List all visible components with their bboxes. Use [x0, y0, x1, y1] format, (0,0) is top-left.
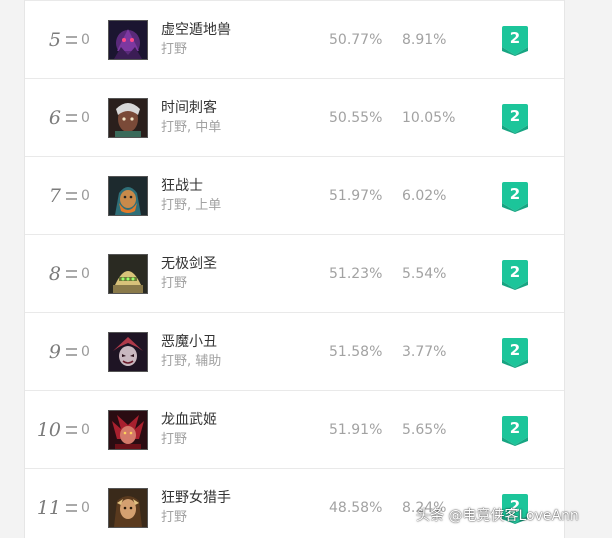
rank-number: 11	[36, 497, 61, 519]
table-row[interactable]: 10 0 龙血武姬 打野 51.91% 5.65% 2	[25, 390, 564, 468]
rank-change: 0	[66, 500, 90, 516]
tier-badge-icon: 2	[501, 103, 529, 134]
champion-role: 打野	[161, 42, 188, 57]
tier-value: 2	[509, 263, 521, 281]
pick-rate: 8.91%	[402, 32, 447, 48]
rank-change: 0	[66, 422, 90, 438]
rank-change-value: 0	[81, 422, 90, 438]
ekko-portrait-icon[interactable]	[108, 98, 148, 138]
champion-role: 打野	[161, 432, 188, 447]
table-row[interactable]: 7 0 狂战士 打野, 上单 51.97% 6.02% 2	[25, 156, 564, 234]
equal-icon	[66, 36, 77, 44]
rank-change-value: 0	[81, 188, 90, 204]
win-rate: 50.55%	[329, 110, 383, 126]
win-rate: 51.97%	[329, 188, 383, 204]
rank-change-value: 0	[81, 344, 90, 360]
pick-rate: 5.54%	[402, 266, 447, 282]
equal-icon	[66, 114, 77, 122]
champion-name[interactable]: 恶魔小丑	[161, 333, 217, 351]
rank-number: 7	[48, 185, 61, 207]
champion-name[interactable]: 狂战士	[161, 177, 203, 195]
tier-badge-icon: 2	[501, 181, 529, 212]
master-yi-portrait-icon[interactable]	[108, 254, 148, 294]
rank-change: 0	[66, 188, 90, 204]
tier-value: 2	[509, 419, 521, 437]
rank-number: 5	[48, 29, 61, 51]
olaf-portrait-icon[interactable]	[108, 176, 148, 216]
tier-badge-icon: 2	[501, 415, 529, 446]
rank-number: 10	[36, 419, 61, 441]
table-row[interactable]: 9 0 恶魔小丑 打野, 辅助 51.58% 3.77% 2	[25, 312, 564, 390]
tier-badge-icon: 2	[501, 259, 529, 290]
rank-change: 0	[66, 344, 90, 360]
rank-change-value: 0	[81, 500, 90, 516]
win-rate: 51.58%	[329, 344, 383, 360]
shyvana-portrait-icon[interactable]	[108, 410, 148, 450]
tier-value: 2	[509, 341, 521, 359]
rank-change: 0	[66, 266, 90, 282]
equal-icon	[66, 192, 77, 200]
rank-number: 6	[48, 107, 61, 129]
equal-icon	[66, 270, 77, 278]
champion-tier-list: 5 0 虚空遁地兽 打野 50.77% 8.91% 2 6 0 时间刺客 打野,…	[24, 0, 565, 538]
champion-role: 打野	[161, 510, 188, 525]
rank-change: 0	[66, 32, 90, 48]
table-row[interactable]: 11 0 狂野女猎手 打野 48.58% 8.24% 2	[25, 468, 564, 538]
pick-rate: 5.65%	[402, 422, 447, 438]
rank-change-value: 0	[81, 266, 90, 282]
champion-name[interactable]: 狂野女猎手	[161, 489, 231, 507]
rank-change-value: 0	[81, 32, 90, 48]
equal-icon	[66, 426, 77, 434]
pick-rate: 6.02%	[402, 188, 447, 204]
table-row[interactable]: 8 0 无极剑圣 打野 51.23% 5.54% 2	[25, 234, 564, 312]
equal-icon	[66, 348, 77, 356]
win-rate: 50.77%	[329, 32, 383, 48]
win-rate: 48.58%	[329, 500, 383, 516]
tier-value: 2	[509, 29, 521, 47]
champion-name[interactable]: 无极剑圣	[161, 255, 217, 273]
tier-badge-icon: 2	[501, 337, 529, 368]
rank-change: 0	[66, 110, 90, 126]
rek-sai-portrait-icon[interactable]	[108, 20, 148, 60]
tier-badge-icon: 2	[501, 25, 529, 56]
tier-value: 2	[509, 185, 521, 203]
shaco-portrait-icon[interactable]	[108, 332, 148, 372]
watermark-text: 头条 @电竞侠客LoveAnn	[416, 508, 579, 524]
rank-number: 8	[48, 263, 61, 285]
nidalee-portrait-icon[interactable]	[108, 488, 148, 528]
pick-rate: 10.05%	[402, 110, 456, 126]
champion-name[interactable]: 虚空遁地兽	[161, 21, 231, 39]
equal-icon	[66, 504, 77, 512]
rank-number: 9	[48, 341, 61, 363]
rank-change-value: 0	[81, 110, 90, 126]
champion-role: 打野, 辅助	[161, 354, 222, 369]
win-rate: 51.23%	[329, 266, 383, 282]
champion-role: 打野, 中单	[161, 120, 222, 135]
table-row[interactable]: 5 0 虚空遁地兽 打野 50.77% 8.91% 2	[25, 0, 564, 78]
champion-role: 打野, 上单	[161, 198, 222, 213]
win-rate: 51.91%	[329, 422, 383, 438]
champion-name[interactable]: 龙血武姬	[161, 411, 217, 429]
champion-role: 打野	[161, 276, 188, 291]
pick-rate: 3.77%	[402, 344, 447, 360]
table-row[interactable]: 6 0 时间刺客 打野, 中单 50.55% 10.05% 2	[25, 78, 564, 156]
champion-name[interactable]: 时间刺客	[161, 99, 217, 117]
tier-value: 2	[509, 107, 521, 125]
